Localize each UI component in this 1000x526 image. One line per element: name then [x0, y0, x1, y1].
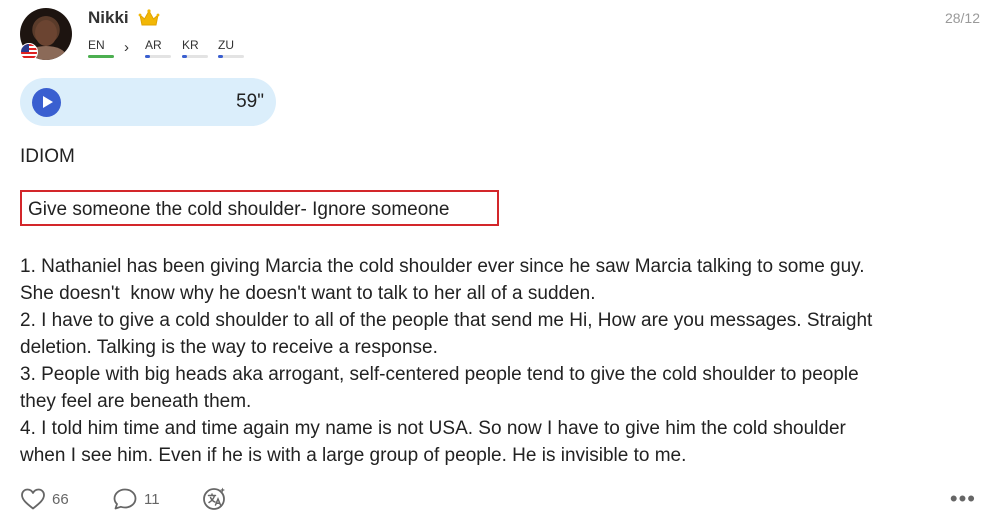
comment-count: 11 — [144, 490, 160, 508]
body-line: they feel are beneath them. — [20, 391, 252, 412]
translate-button[interactable] — [202, 486, 228, 512]
language-level-fill — [182, 55, 188, 58]
language-learning-ar: AR — [145, 38, 171, 58]
post-heading: IDIOM — [20, 146, 75, 167]
comment-button[interactable]: 11 — [112, 486, 160, 512]
body-line: 3. People with big heads aka arrogant, s… — [20, 364, 859, 385]
body-line: deletion. Talking is the way to receive … — [20, 337, 438, 358]
body-line: 2. I have to give a cold shoulder to all… — [20, 310, 873, 331]
language-code: ZU — [218, 38, 234, 52]
highlighted-definition: Give someone the cold shoulder- Ignore s… — [20, 190, 499, 226]
play-icon[interactable] — [32, 88, 61, 117]
us-flag-icon — [20, 43, 38, 61]
language-level-bar — [182, 55, 208, 58]
post-date: 28/12 — [944, 10, 980, 26]
comment-icon — [113, 488, 137, 510]
username[interactable]: Nikki — [88, 8, 129, 28]
language-code: KR — [182, 38, 199, 52]
chevron-right-icon: › — [124, 39, 129, 56]
language-level-fill — [218, 55, 224, 58]
language-level-fill — [145, 55, 151, 58]
body-line: She doesn't know why he doesn't want to … — [20, 283, 596, 304]
body-line: 1. Nathaniel has been giving Marcia the … — [20, 256, 865, 277]
post-body: 1. Nathaniel has been giving Marcia the … — [20, 253, 980, 469]
language-code: EN — [88, 38, 105, 52]
voice-message[interactable]: 59" — [20, 78, 276, 126]
avatar-face — [35, 20, 57, 46]
language-level-bar — [145, 55, 171, 58]
crown-icon — [138, 9, 160, 26]
body-line: when I see him. Even if he is with a lar… — [20, 445, 687, 466]
language-native-en: EN — [88, 38, 114, 58]
heart-icon — [21, 488, 45, 510]
translate-icon — [203, 487, 225, 510]
like-count: 66 — [52, 490, 69, 508]
language-learning-kr: KR — [182, 38, 208, 58]
language-level-fill — [88, 55, 114, 58]
language-level-bar — [88, 55, 114, 58]
like-button[interactable]: 66 — [20, 486, 69, 512]
voice-duration: 59" — [236, 91, 264, 112]
language-learning-zu: ZU — [218, 38, 244, 58]
body-line: 4. I told him time and time again my nam… — [20, 418, 846, 439]
more-options-icon[interactable]: ••• — [950, 488, 976, 510]
language-level-bar — [218, 55, 244, 58]
language-code: AR — [145, 38, 162, 52]
